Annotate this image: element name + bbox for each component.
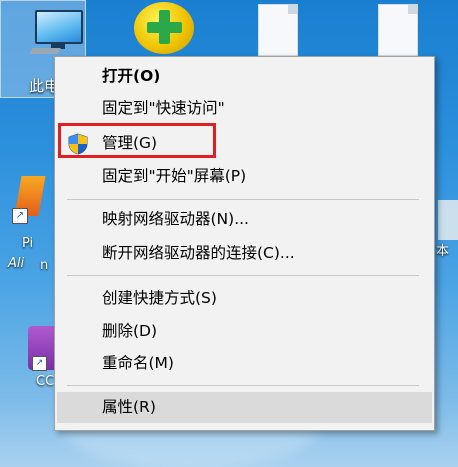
shortcut-arrow-icon: ↗ (32, 356, 47, 371)
plus-horizontal (147, 22, 182, 33)
desktop-label: n (40, 258, 49, 273)
shortcut-icon[interactable]: ↗ (12, 176, 48, 228)
context-menu: 打开(O) 固定到"快速访问" 管理(G) 固定到"开始"屏幕(P) 映射网络驱… (54, 56, 435, 431)
desktop: 此电 ↗ Pi Ali n ↗ CC 本 打开(O) 固定到"快速访问" 管理(… (0, 0, 458, 467)
menu-item-label: 固定到"开始"屏幕(P) (102, 167, 247, 185)
menu-item-open[interactable]: 打开(O) (57, 61, 432, 92)
menu-item-delete[interactable]: 删除(D) (57, 316, 432, 347)
uac-shield-icon (68, 133, 88, 155)
menu-item-label: 映射网络驱动器(N)... (102, 210, 249, 228)
menu-item-properties[interactable]: 属性(R) (57, 392, 432, 423)
file-icon[interactable] (258, 4, 298, 56)
file-icon[interactable] (378, 4, 418, 56)
menu-item-label: 属性(R) (102, 398, 156, 416)
menu-item-pin-start[interactable]: 固定到"开始"屏幕(P) (57, 161, 432, 192)
menu-item-disconnect-network-drive[interactable]: 断开网络驱动器的连接(C)... (57, 238, 432, 269)
app-plus-icon[interactable] (134, 2, 194, 54)
menu-item-label: 断开网络驱动器的连接(C)... (102, 244, 295, 262)
menu-separator (67, 385, 419, 386)
keyboard-icon (29, 48, 61, 54)
menu-item-rename[interactable]: 重命名(M) (57, 348, 432, 379)
menu-item-manage[interactable]: 管理(G) (57, 128, 432, 159)
menu-item-map-network-drive[interactable]: 映射网络驱动器(N)... (57, 204, 432, 235)
desktop-label: Pi (22, 236, 34, 251)
desktop-label: 本 (436, 244, 450, 259)
menu-item-label: 创建快捷方式(S) (102, 289, 217, 307)
file-icon[interactable] (438, 200, 458, 240)
menu-item-label: 固定到"快速访问" (102, 99, 225, 117)
shortcut-arrow-icon: ↗ (12, 208, 28, 224)
menu-item-label: 打开(O) (102, 67, 161, 85)
menu-item-label: 管理(G) (102, 134, 158, 152)
menu-item-pin-quick-access[interactable]: 固定到"快速访问" (57, 93, 432, 124)
menu-separator (67, 199, 419, 200)
menu-item-label: 重命名(M) (102, 354, 174, 372)
desktop-label: Ali (8, 256, 25, 271)
desktop-label: CC (36, 374, 55, 389)
monitor-icon (35, 10, 83, 44)
menu-separator (67, 275, 419, 276)
menu-item-create-shortcut[interactable]: 创建快捷方式(S) (57, 283, 432, 314)
menu-item-label: 删除(D) (102, 322, 158, 340)
